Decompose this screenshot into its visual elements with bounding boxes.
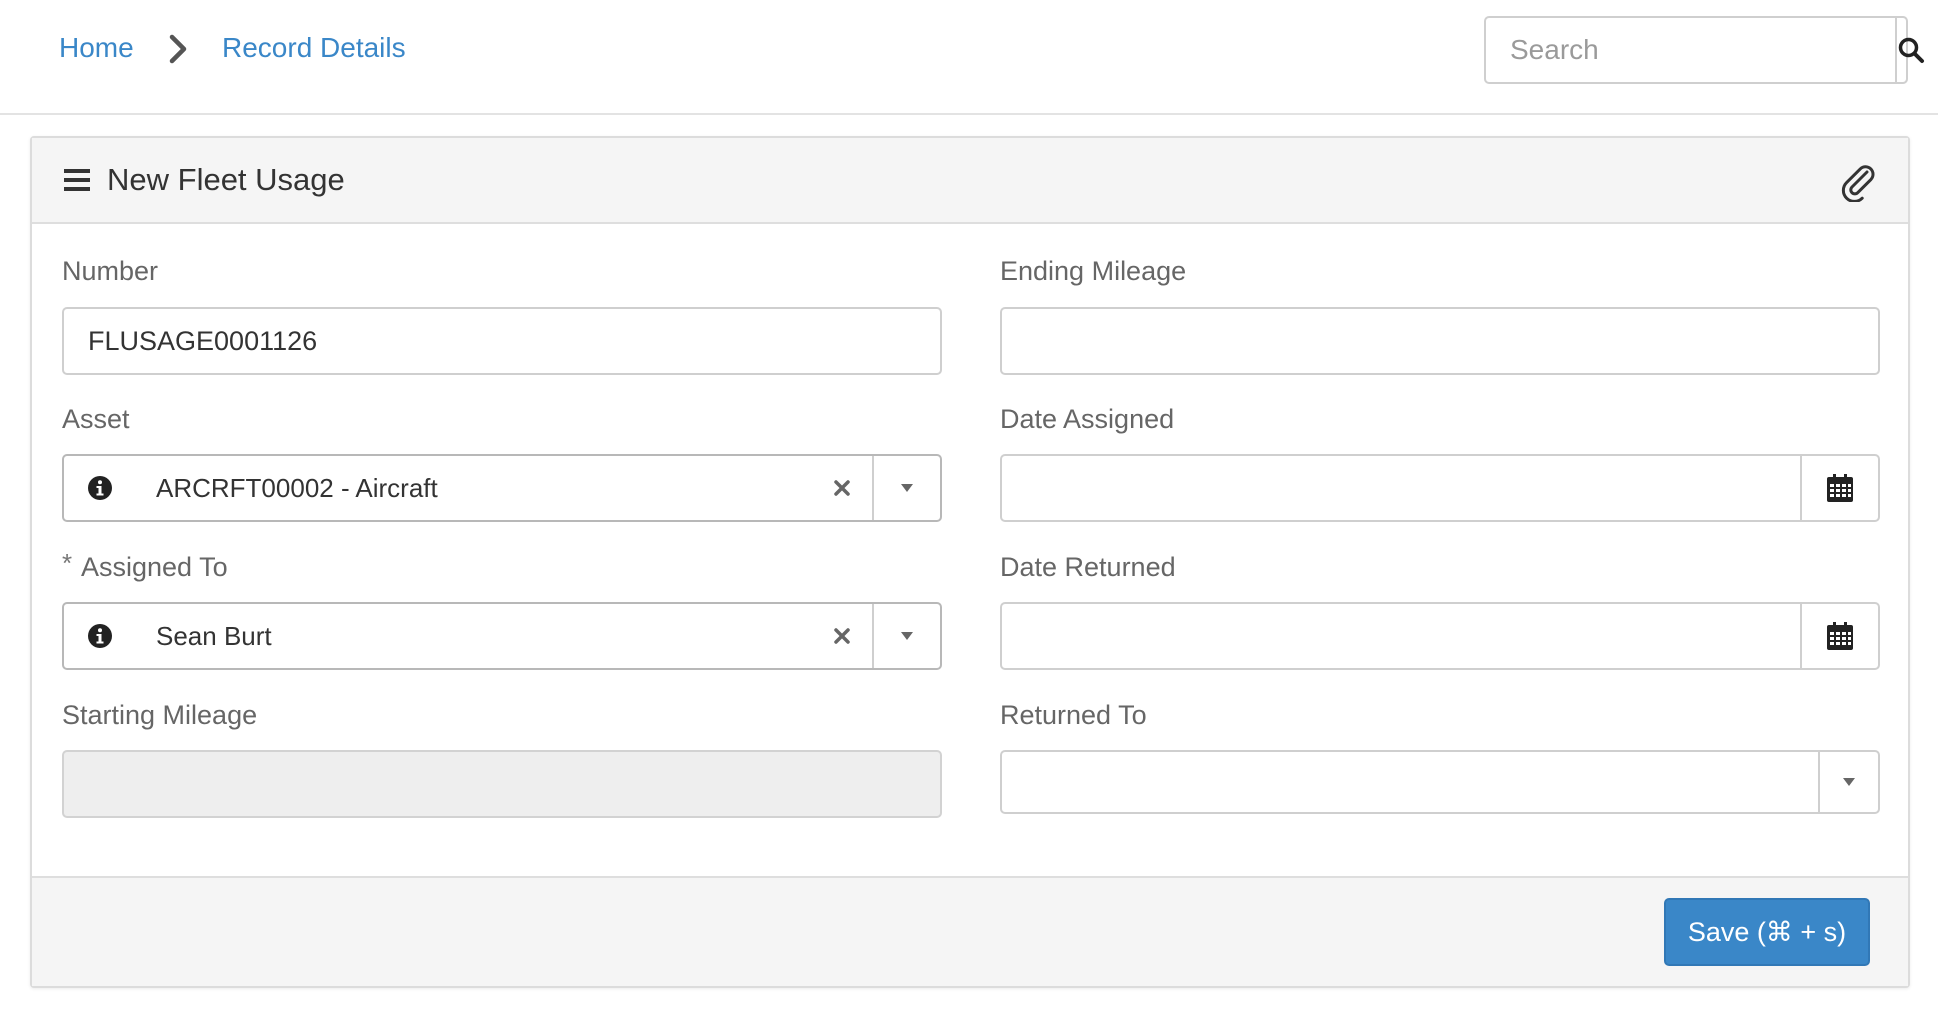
fleet-usage-panel: New Fleet Usage Number Asset ARCRFT00002… xyxy=(30,136,1910,988)
asset-value: ARCRFT00002 - Aircraft xyxy=(156,472,438,503)
breadcrumb-home-link[interactable]: Home xyxy=(59,32,134,64)
asset-select[interactable]: ARCRFT00002 - Aircraft xyxy=(62,454,942,522)
date-assigned-picker xyxy=(1000,454,1880,522)
close-icon xyxy=(834,628,850,644)
date-assigned-input[interactable] xyxy=(1002,456,1800,520)
assigned-to-select[interactable]: Sean Burt xyxy=(62,602,942,670)
save-button[interactable]: Save (⌘ + s) xyxy=(1664,898,1870,966)
starting-mileage-input xyxy=(62,750,942,818)
top-bar: Home Record Details xyxy=(0,0,1938,115)
date-returned-picker xyxy=(1000,602,1880,670)
menu-icon[interactable] xyxy=(64,168,90,192)
assigned-to-info-button[interactable] xyxy=(64,604,136,668)
date-returned-calendar-button[interactable] xyxy=(1800,604,1878,668)
breadcrumb-record-details-link[interactable]: Record Details xyxy=(222,32,406,64)
caret-down-icon xyxy=(901,632,913,640)
info-icon xyxy=(88,624,112,648)
ending-mileage-label: Ending Mileage xyxy=(1000,256,1187,286)
asset-dropdown-toggle[interactable] xyxy=(872,456,940,520)
info-icon xyxy=(88,476,112,500)
caret-down-icon xyxy=(901,484,913,492)
assigned-to-clear-button[interactable] xyxy=(812,604,872,668)
assigned-to-label: Assigned To xyxy=(81,552,228,582)
assigned-to-value: Sean Burt xyxy=(156,620,272,651)
ending-mileage-input[interactable] xyxy=(1000,307,1880,375)
search-icon xyxy=(1898,37,1924,63)
asset-clear-button[interactable] xyxy=(812,456,872,520)
search-box xyxy=(1484,16,1924,84)
panel-footer: Save (⌘ + s) xyxy=(32,876,1908,986)
calendar-icon xyxy=(1827,474,1853,502)
asset-info-button[interactable] xyxy=(64,456,136,520)
panel-title: New Fleet Usage xyxy=(107,162,345,197)
date-assigned-calendar-button[interactable] xyxy=(1800,456,1878,520)
returned-to-label: Returned To xyxy=(1000,700,1147,730)
search-input[interactable] xyxy=(1486,18,1895,82)
caret-down-icon xyxy=(1843,778,1855,786)
asset-label: Asset xyxy=(62,404,130,434)
date-returned-label: Date Returned xyxy=(1000,552,1176,582)
number-label: Number xyxy=(62,256,159,286)
number-input[interactable] xyxy=(62,307,942,375)
required-marker: * xyxy=(62,548,73,578)
returned-to-select[interactable] xyxy=(1000,750,1880,814)
returned-to-dropdown-toggle[interactable] xyxy=(1818,752,1878,812)
paperclip-icon[interactable] xyxy=(1838,164,1878,202)
panel-header: New Fleet Usage xyxy=(32,138,1908,224)
date-returned-input[interactable] xyxy=(1002,604,1800,668)
chevron-right-icon xyxy=(169,34,187,64)
close-icon xyxy=(834,480,850,496)
starting-mileage-label: Starting Mileage xyxy=(62,700,258,730)
assigned-to-dropdown-toggle[interactable] xyxy=(872,604,940,668)
search-button[interactable] xyxy=(1895,18,1925,82)
date-assigned-label: Date Assigned xyxy=(1000,404,1175,434)
calendar-icon xyxy=(1827,622,1853,650)
